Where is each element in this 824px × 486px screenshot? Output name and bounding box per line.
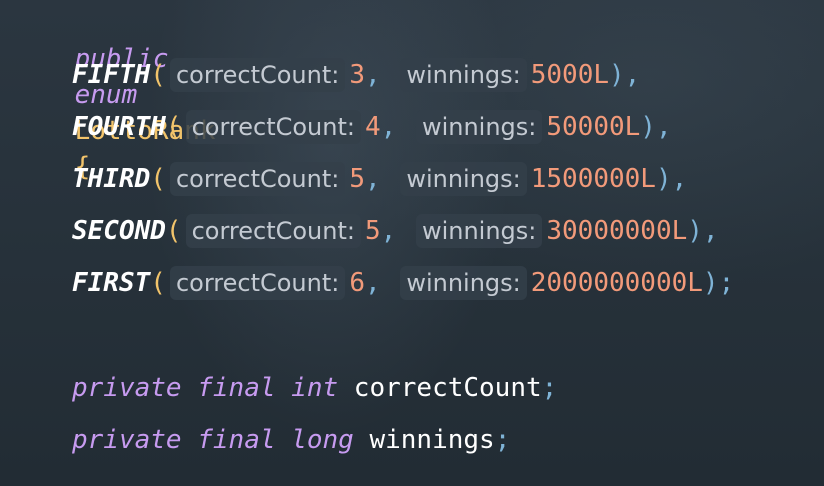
code-line-field-declaration[interactable]: private final long winnings; — [0, 422, 510, 458]
keyword-type: int — [291, 373, 339, 403]
semicolon: ; — [541, 373, 558, 403]
line-end: ); — [702, 268, 735, 298]
keyword-type: long — [291, 425, 354, 455]
keyword-private: private — [72, 373, 182, 403]
code-line-enum-constant[interactable]: SECOND(correctCount: 5, winnings: 30000000… — [0, 213, 719, 249]
comma: , — [365, 164, 381, 194]
code-line-enum-constant[interactable]: FIRST(correctCount: 6, winnings: 200000000… — [0, 265, 734, 301]
winnings-value: 30000000L — [546, 216, 688, 246]
winnings-value: 5000L — [530, 60, 610, 90]
line-end: ), — [609, 60, 641, 90]
winnings-value: 2000000000L — [530, 268, 703, 298]
keyword-final: final — [197, 373, 276, 403]
parameter-hint-winnings: winnings: — [415, 214, 543, 248]
open-paren: ( — [150, 60, 166, 90]
line-end: ), — [655, 164, 688, 194]
parameter-hint-correctcount: correctCount: — [185, 214, 361, 248]
enum-constant-name: FOURTH — [72, 112, 166, 142]
code-editor[interactable]: public enum LottoRank { FIFTH(correctCou… — [0, 0, 824, 486]
parameter-hint-winnings: winnings: — [415, 110, 543, 144]
open-paren: ( — [150, 164, 166, 194]
enum-constant-name: FIFTH — [72, 60, 151, 90]
field-name: winnings — [369, 425, 495, 455]
correct-count-value: 5 — [349, 164, 365, 194]
parameter-hint-winnings: winnings: — [400, 58, 527, 92]
correct-count-value: 5 — [364, 216, 381, 246]
parameter-hint-winnings: winnings: — [400, 162, 527, 196]
correct-count-value: 3 — [349, 60, 365, 90]
parameter-hint-correctcount: correctCount: — [169, 162, 346, 196]
parameter-hint-correctcount: correctCount: — [169, 266, 346, 300]
comma: , — [365, 268, 381, 298]
line-end: ), — [640, 112, 672, 142]
keyword-private: private — [72, 425, 182, 455]
field-name: correctCount — [353, 373, 542, 403]
code-line-enum-constant[interactable]: FIFTH(correctCount: 3, winnings: 5000L), — [0, 57, 640, 93]
comma: , — [380, 112, 397, 142]
keyword-final: final — [197, 425, 276, 455]
parameter-hint-correctcount: correctCount: — [169, 58, 346, 92]
open-paren: ( — [150, 268, 166, 298]
code-line-enum-declaration[interactable]: public enum LottoRank { — [12, 5, 216, 182]
enum-constant-name: THIRD — [72, 164, 151, 194]
semicolon: ; — [494, 425, 511, 455]
open-paren: ( — [165, 112, 182, 142]
code-line-field-declaration[interactable]: private final int correctCount; — [0, 370, 557, 406]
winnings-value: 1500000L — [530, 164, 656, 194]
enum-constant-name: SECOND — [72, 216, 166, 246]
correct-count-value: 6 — [349, 268, 365, 298]
correct-count-value: 4 — [364, 112, 381, 142]
open-paren: ( — [165, 216, 182, 246]
line-end: ), — [687, 216, 719, 246]
code-line-enum-constant[interactable]: THIRD(correctCount: 5, winnings: 1500000L)… — [0, 161, 687, 197]
parameter-hint-winnings: winnings: — [400, 266, 527, 300]
parameter-hint-correctcount: correctCount: — [185, 110, 361, 144]
comma: , — [380, 216, 397, 246]
code-line-enum-constant[interactable]: FOURTH(correctCount: 4, winnings: 50000L), — [0, 109, 672, 145]
enum-constant-name: FIRST — [72, 268, 151, 298]
comma: , — [365, 60, 381, 90]
winnings-value: 50000L — [546, 112, 641, 142]
